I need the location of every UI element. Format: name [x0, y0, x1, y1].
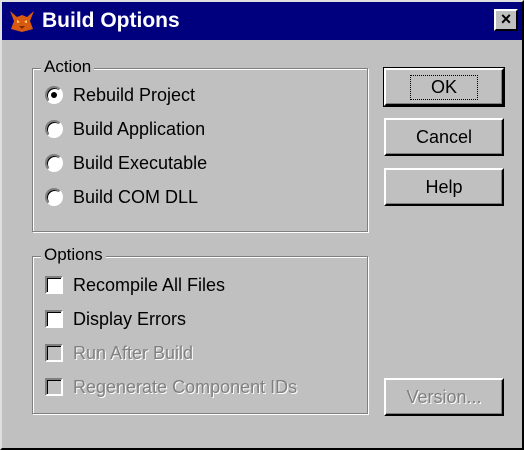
cancel-button[interactable]: Cancel [384, 118, 504, 156]
action-group: Action Rebuild Project Build Application… [32, 57, 368, 232]
radio-button[interactable] [45, 154, 63, 172]
radio-button[interactable] [45, 120, 63, 138]
radio-label: Rebuild Project [73, 84, 196, 105]
title-bar[interactable]: Build Options × [2, 2, 522, 40]
checkbox-label: Run After Build [73, 342, 194, 363]
options-group-label: Options [41, 245, 106, 265]
version-button-label: Version... [406, 386, 482, 407]
checkbox-label: Display Errors [73, 308, 187, 329]
radio-label: Build COM DLL [73, 186, 199, 207]
help-button[interactable]: Help [384, 168, 504, 206]
checkbox-disabled [45, 344, 63, 362]
checkbox[interactable] [45, 310, 63, 328]
cancel-button-label: Cancel [415, 126, 473, 147]
checkbox-label: Regenerate Component IDs [73, 376, 298, 397]
close-icon: × [500, 9, 512, 29]
checkbox-run-after-build: Run After Build [45, 341, 193, 365]
close-button[interactable]: × [494, 9, 518, 31]
radio-label: Build Executable [73, 152, 208, 173]
radio-selected-dot [51, 92, 57, 98]
ok-button[interactable]: OK [383, 67, 505, 107]
checkbox-label: Recompile All Files [73, 274, 226, 295]
options-group: Options Recompile All Files Display Erro… [32, 245, 368, 414]
checkbox-display-errors[interactable]: Display Errors [45, 307, 186, 331]
radio-button[interactable] [45, 188, 63, 206]
checkbox-recompile-all-files[interactable]: Recompile All Files [45, 273, 225, 297]
ok-button-label: OK [409, 74, 478, 100]
help-button-label: Help [425, 176, 463, 197]
radio-button[interactable] [45, 86, 63, 104]
radio-rebuild-project[interactable]: Rebuild Project [45, 83, 195, 107]
radio-build-com-dll[interactable]: Build COM DLL [45, 185, 198, 209]
checkbox-regenerate-component-ids: Regenerate Component IDs [45, 375, 297, 399]
window-title: Build Options [42, 9, 180, 32]
radio-build-application[interactable]: Build Application [45, 117, 205, 141]
radio-label: Build Application [73, 118, 206, 139]
checkbox-disabled [45, 378, 63, 396]
action-group-label: Action [41, 57, 95, 77]
version-button: Version... [384, 378, 504, 416]
radio-build-executable[interactable]: Build Executable [45, 151, 207, 175]
checkbox[interactable] [45, 276, 63, 294]
build-options-dialog: Build Options × Action Rebuild Project B… [0, 0, 524, 450]
fox-app-icon [10, 11, 34, 32]
